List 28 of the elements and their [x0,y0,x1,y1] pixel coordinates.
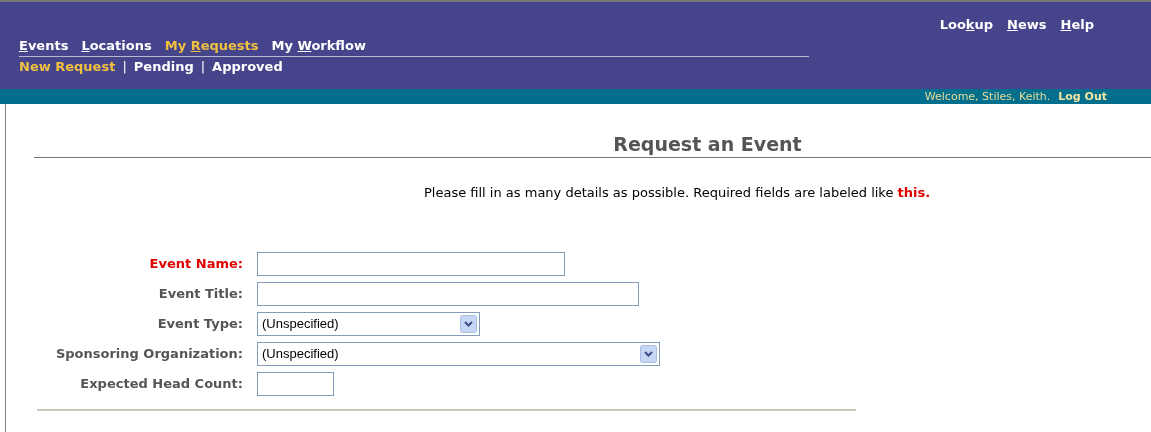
field-label: Event Title: [157,285,243,304]
welcome-text: Welcome, Stiles, Keith. [924,90,1051,103]
page-title: Request an Event [613,132,802,156]
header-link[interactable]: Help [1060,15,1094,35]
nav-tab[interactable]: My Requests [164,37,259,54]
nav-tab[interactable]: Locations [81,37,152,54]
input-field[interactable] [257,252,565,276]
header-link[interactable]: News [1007,15,1047,35]
logout-link[interactable]: Log Out [1058,90,1107,103]
field-label: Sponsoring Organization: [54,345,243,364]
input-field[interactable] [257,282,639,306]
dropdown[interactable]: (Unspecified) [257,312,480,336]
sub-nav-link[interactable]: Pending [133,58,194,75]
separator: | [200,58,206,75]
input-field[interactable] [257,372,334,396]
field-label: Event Type: [156,315,243,334]
field-label: Expected Head Count: [79,375,243,394]
separator: | [122,58,127,75]
dropdown[interactable]: (Unspecified) [257,342,660,366]
sub-nav-link[interactable]: New Request [19,58,116,75]
nav-tab[interactable]: Events [19,37,69,54]
sub-nav-link[interactable]: Approved [212,58,283,75]
nav-tab[interactable]: My Workflow [271,37,366,54]
chevron-down-icon [640,345,657,363]
instructions-text: Please fill in as many details as possible. Required fields are labeled like this. [424,184,932,202]
field-label: Event Name: [148,255,243,274]
chevron-down-icon [460,315,477,333]
header-link[interactable]: Lookup [939,15,994,35]
